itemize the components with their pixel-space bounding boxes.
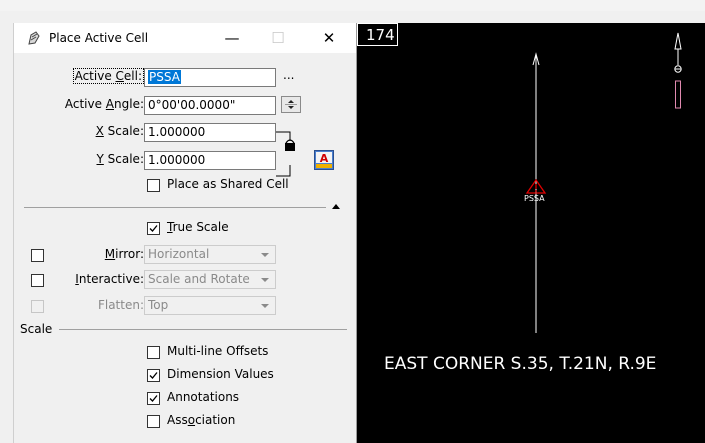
chevron-down-icon <box>261 253 269 257</box>
interactive-checkbox[interactable] <box>31 274 44 287</box>
north-symbol-icon <box>674 32 682 109</box>
interactive-label: Interactive: <box>75 272 144 286</box>
x-scale-input[interactable]: 1.000000 <box>144 123 276 142</box>
drawing-canvas[interactable] <box>357 23 705 353</box>
maximize-button: ☐ <box>271 29 285 47</box>
scale-section-label: Scale <box>20 322 53 336</box>
flatten-checkbox <box>31 300 44 313</box>
annotations-label: Annotations <box>167 390 240 404</box>
x-scale-label: X Scale: <box>95 124 144 138</box>
collapse-up-icon[interactable] <box>331 202 341 210</box>
chevron-down-icon <box>261 304 269 308</box>
view-caption: EAST CORNER S.35, T.21N, R.9E <box>384 354 657 374</box>
spinner-arrows-icon <box>285 100 297 109</box>
place-as-shared-checkbox[interactable] <box>147 179 160 192</box>
cell-label: PSSA <box>524 194 545 203</box>
active-angle-input[interactable]: 0°00'00.0000" <box>144 96 276 115</box>
multi-line-offsets-checkbox[interactable] <box>147 346 160 359</box>
flatten-dropdown: Top <box>144 296 276 315</box>
mirror-label: Mirror: <box>104 247 144 261</box>
title-bar[interactable]: Place Active Cell — ☐ ✕ <box>14 23 356 53</box>
dimension-values-checkbox[interactable] <box>147 369 160 382</box>
chevron-down-icon <box>261 278 269 282</box>
true-scale-label: True Scale <box>167 220 229 234</box>
y-scale-label: Y Scale: <box>96 152 145 166</box>
multi-line-offsets-label: Multi-line Offsets <box>167 344 269 358</box>
annotation-scale-icon[interactable]: A <box>314 150 334 170</box>
flatten-label: Flatten: <box>97 298 144 312</box>
browse-cell-button[interactable]: ... <box>283 68 294 82</box>
association-label: Association <box>167 413 236 427</box>
mirror-dropdown: Horizontal <box>144 245 276 264</box>
interactive-dropdown: Scale and Rotate <box>144 270 276 289</box>
top-strip <box>0 0 705 11</box>
dialog-title: Place Active Cell <box>49 31 149 45</box>
annotations-checkbox[interactable] <box>147 392 160 405</box>
place-as-shared-label: Place as Shared Cell <box>167 177 289 191</box>
angle-spinner[interactable] <box>281 96 301 113</box>
section-separator <box>24 207 326 208</box>
association-checkbox[interactable] <box>147 415 160 428</box>
drawing-view[interactable]: 174 PSSA EAST CORNER S.35, T.21N, R.9E <box>357 23 705 443</box>
active-cell-label: Active Cell: <box>72 68 144 84</box>
active-cell-value: PSSA <box>148 70 181 84</box>
close-button[interactable]: ✕ <box>306 23 352 53</box>
minimize-button[interactable]: — <box>209 23 255 53</box>
place-cell-tool-icon <box>28 31 40 45</box>
active-angle-label: Active Angle: <box>64 97 144 111</box>
scale-separator <box>59 329 347 330</box>
y-scale-input[interactable]: 1.000000 <box>144 151 276 170</box>
mirror-checkbox[interactable] <box>31 249 44 262</box>
place-active-cell-dialog: Place Active Cell — ☐ ✕ Active Cell: PSS… <box>13 23 357 443</box>
dimension-values-label: Dimension Values <box>167 367 274 381</box>
active-cell-input[interactable]: PSSA <box>144 68 276 87</box>
true-scale-checkbox[interactable] <box>147 222 160 235</box>
scale-lock-icon[interactable] <box>276 131 298 177</box>
svg-text:A: A <box>320 152 329 165</box>
